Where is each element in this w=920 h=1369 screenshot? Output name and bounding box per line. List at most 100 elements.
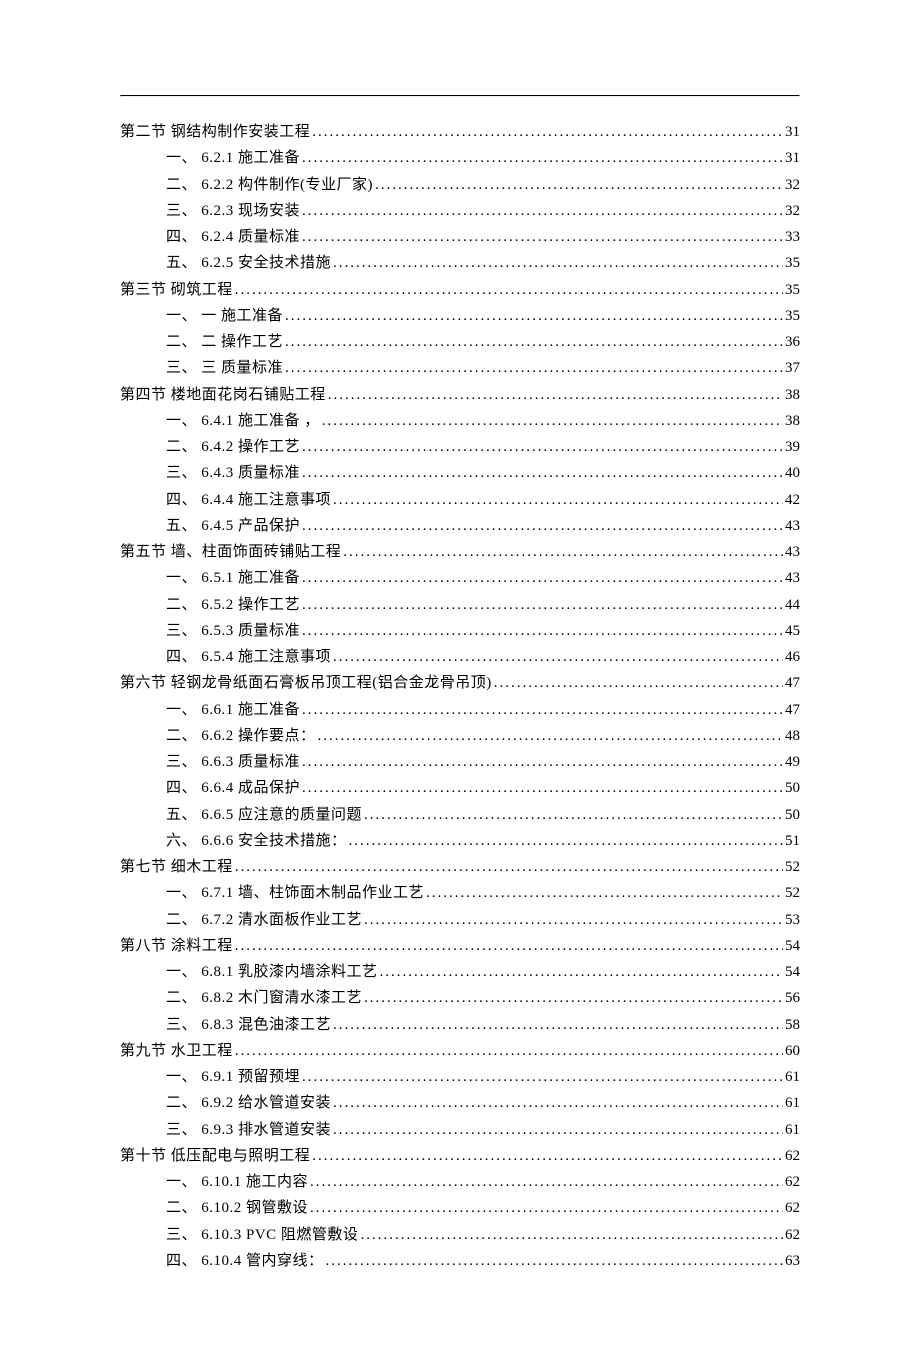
toc-entry-text: 二、 6.6.2 操作要点： xyxy=(166,723,316,749)
toc-entry-text: 四、 6.4.4 施工注意事项 xyxy=(166,487,331,513)
toc-leader-dots xyxy=(333,644,783,670)
toc-entry-page: 44 xyxy=(785,592,800,618)
toc-entry: 一、 6.4.1 施工准备 ，38 xyxy=(120,408,800,434)
toc-entry: 第三节 砌筑工程35 xyxy=(120,277,800,303)
toc-entry: 一、 6.8.1 乳胶漆内墙涂料工艺54 xyxy=(120,959,800,985)
toc-entry-page: 31 xyxy=(785,119,800,145)
toc-leader-dots xyxy=(235,854,783,880)
toc-entry-page: 61 xyxy=(785,1117,800,1143)
toc-entry-text: 一、 6.10.1 施工内容 xyxy=(166,1169,308,1195)
toc-entry: 一、 6.6.1 施工准备47 xyxy=(120,697,800,723)
toc-leader-dots xyxy=(285,355,783,381)
toc-entry: 二、 6.10.2 钢管敷设62 xyxy=(120,1195,800,1221)
toc-entry-page: 47 xyxy=(785,697,800,723)
toc-entry-page: 60 xyxy=(785,1038,800,1064)
toc-entry-text: 三、 6.8.3 混色油漆工艺 xyxy=(166,1012,331,1038)
toc-entry-page: 52 xyxy=(785,854,800,880)
toc-leader-dots xyxy=(235,277,783,303)
toc-entry-text: 第三节 砌筑工程 xyxy=(120,277,233,303)
toc-entry: 一、 6.9.1 预留预埋61 xyxy=(120,1064,800,1090)
toc-entry-page: 52 xyxy=(785,880,800,906)
toc-entry: 五、 6.4.5 产品保护 43 xyxy=(120,513,800,539)
toc-entry-page: 61 xyxy=(785,1090,800,1116)
toc-entry: 二、 6.6.2 操作要点： 48 xyxy=(120,723,800,749)
toc-entry-text: 第八节 涂料工程 xyxy=(120,933,233,959)
toc-entry-page: 62 xyxy=(785,1169,800,1195)
toc-leader-dots xyxy=(235,933,783,959)
toc-leader-dots xyxy=(375,172,783,198)
toc-leader-dots xyxy=(235,1038,783,1064)
toc-leader-dots xyxy=(333,1012,783,1038)
toc-leader-dots xyxy=(333,1117,783,1143)
toc-leader-dots xyxy=(302,775,783,801)
toc-entry: 二、 二 操作工艺36 xyxy=(120,329,800,355)
toc-entry-page: 38 xyxy=(785,408,800,434)
toc-entry-text: 二、 6.7.2 清水面板作业工艺 xyxy=(166,907,362,933)
toc-entry-page: 54 xyxy=(785,933,800,959)
toc-entry: 二、 6.8.2 木门窗清水漆工艺 56 xyxy=(120,985,800,1011)
toc-entry: 一、 6.5.1 施工准备43 xyxy=(120,565,800,591)
toc-entry: 一、 6.7.1 墙、柱饰面木制品作业工艺 52 xyxy=(120,880,800,906)
toc-entry-page: 35 xyxy=(785,303,800,329)
toc-entry-text: 三、 三 质量标准 xyxy=(166,355,283,381)
toc-leader-dots xyxy=(333,1090,783,1116)
toc-entry: 三、 三 质量标准 37 xyxy=(120,355,800,381)
toc-leader-dots xyxy=(333,487,783,513)
toc-entry-page: 56 xyxy=(785,985,800,1011)
toc-leader-dots xyxy=(302,592,783,618)
toc-entry-text: 三、 6.6.3 质量标准 xyxy=(166,749,300,775)
toc-entry-text: 一、 6.5.1 施工准备 xyxy=(166,565,300,591)
toc-entry-page: 35 xyxy=(785,250,800,276)
toc-entry: 三、 6.5.3 质量标准45 xyxy=(120,618,800,644)
toc-leader-dots xyxy=(302,513,783,539)
toc-leader-dots xyxy=(364,802,783,828)
toc-entry-page: 32 xyxy=(785,198,800,224)
toc-entry-text: 一、 6.7.1 墙、柱饰面木制品作业工艺 xyxy=(166,880,424,906)
toc-entry-text: 一、 6.2.1 施工准备 xyxy=(166,145,300,171)
toc-entry-page: 39 xyxy=(785,434,800,460)
toc-leader-dots xyxy=(364,907,783,933)
toc-entry-text: 四、 6.2.4 质量标准 xyxy=(166,224,300,250)
toc-entry: 二、 6.9.2 给水管道安装 61 xyxy=(120,1090,800,1116)
toc-entry-page: 33 xyxy=(785,224,800,250)
toc-entry-text: 六、 6.6.6 安全技术措施： xyxy=(166,828,347,854)
toc-entry-text: 二、 6.8.2 木门窗清水漆工艺 xyxy=(166,985,362,1011)
toc-entry-text: 第六节 轻钢龙骨纸面石膏板吊顶工程(铝合金龙骨吊顶) xyxy=(120,670,492,696)
toc-leader-dots xyxy=(312,119,783,145)
toc-entry: 五、 6.2.5 安全技术措施35 xyxy=(120,250,800,276)
toc-leader-dots xyxy=(494,670,783,696)
toc-entry: 三、 6.8.3 混色油漆工艺58 xyxy=(120,1012,800,1038)
toc-entry: 六、 6.6.6 安全技术措施：51 xyxy=(120,828,800,854)
toc-leader-dots xyxy=(302,198,783,224)
toc-entry-page: 63 xyxy=(785,1248,800,1274)
toc-entry-text: 三、 6.10.3 PVC 阻燃管敷设 xyxy=(166,1222,358,1248)
toc-leader-dots xyxy=(302,460,783,486)
toc-leader-dots xyxy=(364,985,783,1011)
toc-entry-text: 五、 6.4.5 产品保护 xyxy=(166,513,300,539)
toc-entry-page: 38 xyxy=(785,382,800,408)
toc-entry: 二、 6.2.2 构件制作(专业厂家)32 xyxy=(120,172,800,198)
toc-leader-dots xyxy=(302,749,783,775)
toc-leader-dots xyxy=(326,1248,783,1274)
toc-leader-dots xyxy=(328,382,783,408)
toc-entry: 一、 一 施工准备35 xyxy=(120,303,800,329)
toc-entry: 第四节 楼地面花岗石铺贴工程38 xyxy=(120,382,800,408)
toc-leader-dots xyxy=(310,1169,783,1195)
toc-entry-text: 第七节 细木工程 xyxy=(120,854,233,880)
toc-entry-page: 49 xyxy=(785,749,800,775)
toc-entry-text: 三、 6.5.3 质量标准 xyxy=(166,618,300,644)
header-rule xyxy=(120,95,800,97)
table-of-contents: 第二节 钢结构制作安装工程31一、 6.2.1 施工准备31二、 6.2.2 构… xyxy=(120,119,800,1274)
toc-entry: 三、 6.6.3 质量标准 49 xyxy=(120,749,800,775)
toc-entry: 三、 6.10.3 PVC 阻燃管敷设62 xyxy=(120,1222,800,1248)
toc-entry-text: 四、 6.6.4 成品保护 xyxy=(166,775,300,801)
toc-entry-text: 二、 6.9.2 给水管道安装 xyxy=(166,1090,331,1116)
toc-leader-dots xyxy=(360,1222,783,1248)
toc-entry-page: 37 xyxy=(785,355,800,381)
toc-leader-dots xyxy=(302,697,783,723)
toc-leader-dots xyxy=(322,408,783,434)
toc-entry-page: 43 xyxy=(785,513,800,539)
toc-entry-page: 48 xyxy=(785,723,800,749)
toc-entry-page: 50 xyxy=(785,775,800,801)
toc-entry: 四、 6.5.4 施工注意事项46 xyxy=(120,644,800,670)
